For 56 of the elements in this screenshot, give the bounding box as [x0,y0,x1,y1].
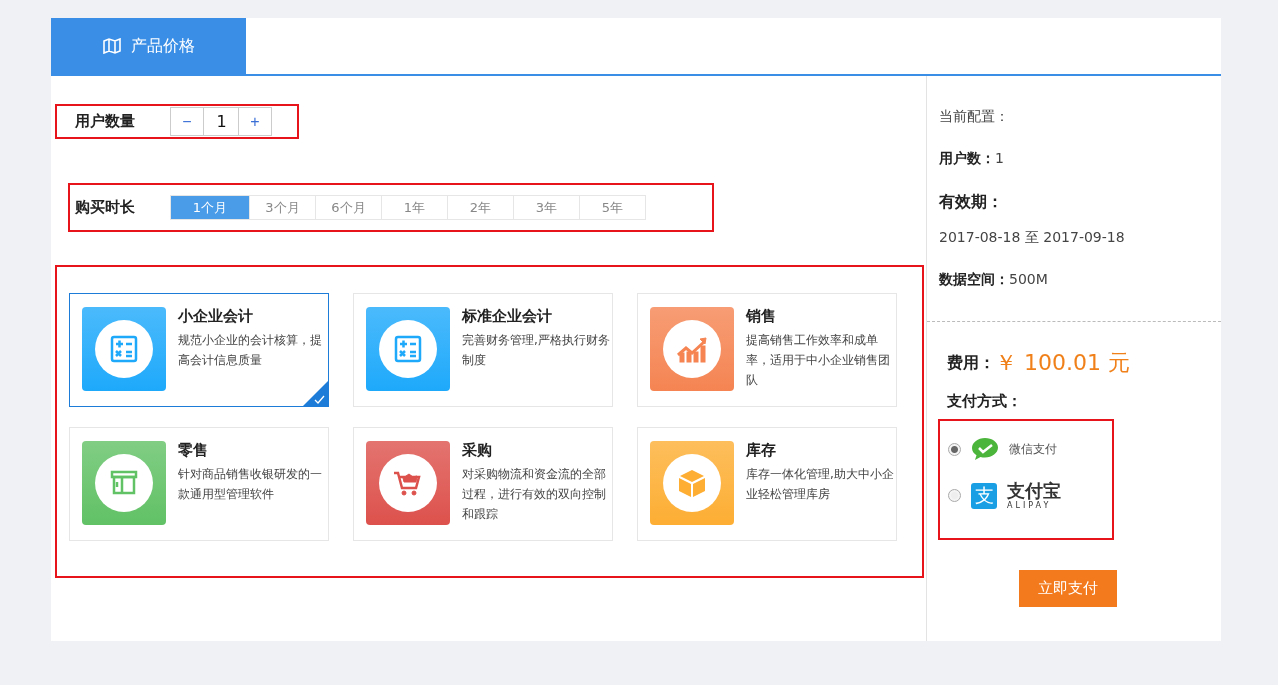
product-description: 提高销售工作效率和成单率，适用于中小企业销售团队 [746,332,891,389]
chart-icon [663,320,721,378]
product-card[interactable]: 小企业会计 规范小企业的会计核算，提高会计信息质量 [69,293,329,407]
validity-value: 2017-08-18 至 2017-09-18 [939,229,1126,247]
duration-option[interactable]: 3年 [513,195,580,220]
product-description: 针对商品销售收银研发的一款通用型管理软件 [178,466,323,503]
product-description: 对采购物流和资金流的全部过程，进行有效的双向控制和跟踪 [462,466,607,523]
radio-button[interactable] [948,442,961,456]
product-title: 标准企业会计 [462,307,553,326]
duration-option[interactable]: 6个月 [315,195,382,220]
check-icon [302,380,329,407]
calculator-icon [95,320,153,378]
users-label: 用户数： [939,150,995,168]
product-title: 库存 [746,441,777,460]
duration-option[interactable]: 1个月 [170,195,250,220]
chat-bubble-check-icon [971,437,999,461]
radio-button[interactable] [948,489,961,502]
storage-label: 数据空间： [939,271,1009,289]
cart-icon [379,454,437,512]
product-card[interactable]: 零售 针对商品销售收银研发的一款通用型管理软件 [69,427,329,541]
decrement-button[interactable]: − [170,107,204,136]
product-title: 零售 [178,441,209,460]
pricing-tab[interactable]: 产品价格 [51,18,246,74]
product-card[interactable]: 标准企业会计 完善财务管理,严格执行财务制度 [353,293,613,407]
pay-now-button[interactable]: 立即支付 [1019,570,1117,607]
product-card[interactable]: 销售 提高销售工作效率和成单率，适用于中小企业销售团队 [637,293,897,407]
alipay-name: 支付宝 [1007,481,1061,501]
product-description: 库存一体化管理,助大中小企业轻松管理库房 [746,466,895,503]
product-title: 销售 [746,307,777,326]
product-card[interactable]: 库存 库存一体化管理,助大中小企业轻松管理库房 [637,427,897,541]
increment-button[interactable]: + [238,107,272,136]
validity-label: 有效期： [939,192,1004,213]
users-value: 1 [995,150,1004,168]
duration-option[interactable]: 3个月 [249,195,316,220]
alipay-subtitle: ALIPAY [1007,501,1053,510]
duration-label: 购买时长 [75,198,136,217]
map-icon [102,38,121,54]
duration-option[interactable]: 5年 [579,195,646,220]
product-title: 采购 [462,441,493,460]
calculator-icon [379,320,437,378]
config-heading: 当前配置： [939,108,1010,126]
product-title: 小企业会计 [178,307,254,326]
product-description: 完善财务管理,严格执行财务制度 [462,332,611,369]
product-card[interactable]: 采购 对采购物流和资金流的全部过程，进行有效的双向控制和跟踪 [353,427,613,541]
fee-label: 费用： [947,352,995,374]
alipay-logo: 支 [971,482,997,509]
duration-option[interactable]: 1年 [381,195,448,220]
box-icon [663,454,721,512]
user-count-label: 用户数量 [75,112,136,131]
wechat-pay-label: 微信支付 [1009,440,1057,458]
payment-label: 支付方式： [947,392,1023,411]
product-description: 规范小企业的会计核算，提高会计信息质量 [178,332,323,369]
storage-value: 500M [1009,271,1048,289]
store-icon [95,454,153,512]
duration-option[interactable]: 2年 [447,195,514,220]
fee-amount: ￥ 100.01 元 [995,349,1130,377]
